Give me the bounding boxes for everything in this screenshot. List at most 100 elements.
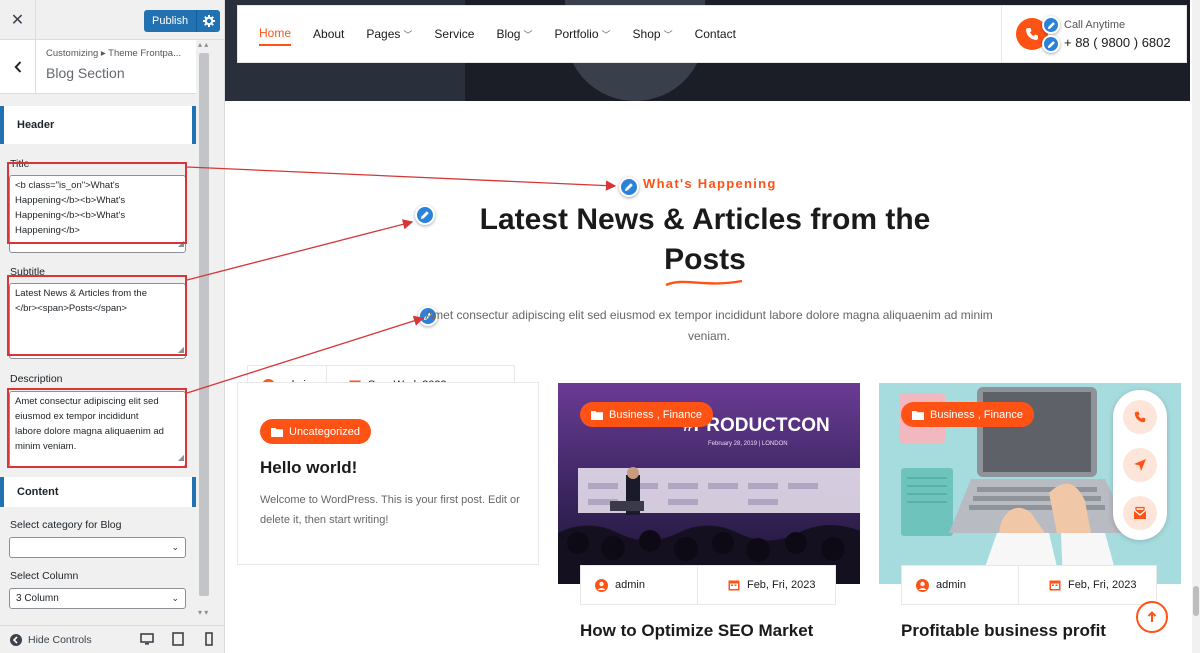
post-title[interactable]: Hello world!: [260, 458, 357, 478]
main-navigation: Home About Pages ﹀ Service Blog ﹀ Portfoli…: [237, 5, 1187, 63]
post-excerpt: Welcome to WordPress. This is your first…: [260, 494, 520, 526]
category-label: Business , Finance: [609, 408, 702, 421]
column-label: Select Column: [10, 570, 79, 582]
site-preview: Home About Pages ﹀ Service Blog ﹀ Portfoli…: [225, 0, 1200, 653]
calendar-icon: [728, 580, 740, 591]
hide-controls-button[interactable]: Hide Controls: [10, 633, 92, 646]
author-name: admin: [615, 579, 645, 591]
folder-icon: [912, 410, 924, 420]
scroll-to-top-button[interactable]: [1136, 601, 1168, 633]
mobile-preview-icon[interactable]: [202, 632, 216, 646]
calendar-icon: [1049, 580, 1061, 591]
nav-label: Pages: [366, 27, 401, 41]
section-eyebrow: What's Happening: [643, 176, 777, 191]
post-meta: admin Feb, Fri, 2023: [901, 565, 1157, 605]
phone-button[interactable]: [1123, 400, 1157, 434]
author-name: admin: [936, 579, 966, 591]
publish-settings-button[interactable]: [196, 10, 220, 32]
chevron-left-icon: [13, 61, 21, 73]
nav-label: Portfolio: [554, 27, 599, 41]
nav-contact[interactable]: Contact: [695, 27, 736, 41]
close-customizer-button[interactable]: ✕: [0, 0, 36, 40]
location-button[interactable]: [1123, 448, 1157, 482]
post-meta: admin Feb, Fri, 2023: [580, 565, 836, 605]
category-select[interactable]: ⌄: [9, 537, 186, 558]
back-button[interactable]: [0, 40, 36, 94]
edit-eyebrow-icon[interactable]: [619, 177, 639, 197]
desktop-preview-icon[interactable]: [140, 632, 154, 646]
title-field[interactable]: <b class="is_on">What's Happening</b><b>…: [9, 175, 186, 253]
resize-handle-icon[interactable]: ◢: [178, 450, 184, 465]
customizer-panel: ✕ Publish Customizing ▸ Theme Frontpa...…: [0, 0, 225, 653]
collapse-icon: [10, 633, 22, 646]
nav-about[interactable]: About: [313, 27, 344, 41]
section-headline: Latest News & Articles from the Posts: [460, 200, 950, 287]
description-value: Amet consectur adipiscing elit sed eiusm…: [15, 396, 164, 452]
column-select[interactable]: 3 Column ⌄: [9, 588, 186, 609]
close-icon: ✕: [10, 12, 25, 29]
date-text: Feb, Fri, 2023: [1067, 579, 1137, 591]
post-card: Uncategorized Hello world! Welcome to Wo…: [237, 382, 539, 565]
resize-handle-icon[interactable]: ◢: [178, 342, 184, 357]
mail-button[interactable]: [1123, 496, 1157, 530]
edit-headline-icon[interactable]: [415, 205, 435, 225]
chevron-down-icon: ﹀: [601, 29, 611, 40]
section-header: Customizing ▸ Theme Frontpa... Blog Sect…: [0, 40, 196, 94]
call-box[interactable]: Call Anytime + 88 ( 9800 ) 6802: [1001, 5, 1189, 63]
nav-home[interactable]: Home: [259, 22, 292, 46]
chevron-down-icon: ⌄: [171, 542, 179, 552]
category-badge[interactable]: Business , Finance: [901, 402, 1034, 427]
chevron-down-icon: ﹀: [403, 29, 413, 40]
nav-pages[interactable]: Pages ﹀: [366, 27, 412, 41]
nav-service[interactable]: Service: [434, 27, 474, 41]
tablet-preview-icon[interactable]: [171, 632, 185, 646]
section-description: Amet consectur adipiscing elit sed eiusm…: [425, 308, 993, 343]
post-author[interactable]: admin: [902, 566, 1018, 604]
floating-contact-bar: [1113, 390, 1167, 540]
category-label: Uncategorized: [289, 425, 360, 438]
banner-subtext: February 28, 2019 | LONDON: [708, 441, 788, 447]
user-icon: [916, 578, 929, 592]
nav-blog[interactable]: Blog ﹀: [496, 27, 532, 41]
chevron-down-icon: ﹀: [663, 29, 673, 40]
nav-shop[interactable]: Shop ﹀: [633, 27, 673, 41]
post-title[interactable]: How to Optimize SEO Market: [580, 621, 813, 641]
hide-controls-label: Hide Controls: [28, 633, 92, 646]
arrow-up-icon: [1147, 611, 1157, 622]
category-badge[interactable]: Uncategorized: [260, 419, 371, 444]
folder-icon: [271, 427, 283, 437]
publish-button[interactable]: Publish: [144, 10, 221, 32]
resize-handle-icon[interactable]: ◢: [178, 236, 184, 251]
preview-scrollbar[interactable]: [1192, 0, 1200, 653]
post-date[interactable]: Feb, Fri, 2023: [696, 566, 829, 604]
post-title[interactable]: Profitable business profit: [901, 621, 1106, 641]
nav-label: Blog: [496, 27, 521, 41]
panel-scrollbar[interactable]: ▴ ▴ ▾ ▾: [196, 40, 224, 625]
user-icon: [595, 578, 608, 592]
navigation-arrow-icon: [1134, 459, 1146, 471]
nav-portfolio[interactable]: Portfolio ﹀: [554, 27, 610, 41]
headline-highlight-word: Posts: [664, 240, 746, 287]
swash-underline: [665, 279, 743, 287]
content-group-heading: Content: [0, 477, 196, 507]
scroll-down-icon[interactable]: ▾ ▾: [198, 608, 208, 617]
post-author[interactable]: admin: [581, 566, 697, 604]
scrollbar-thumb[interactable]: [1193, 586, 1199, 616]
description-field[interactable]: Amet consectur adipiscing elit sed eiusm…: [9, 391, 186, 467]
subtitle-label: Subtitle: [10, 266, 46, 278]
column-value: 3 Column: [16, 593, 59, 604]
scrollbar-thumb[interactable]: [199, 53, 209, 596]
edit-shortcut-icon[interactable]: [1042, 16, 1060, 34]
post-date[interactable]: Feb, Fri, 2023: [1017, 566, 1150, 604]
phone-icon: [1134, 411, 1146, 423]
scroll-up-icon[interactable]: ▴ ▴: [198, 40, 208, 49]
call-number: + 88 ( 9800 ) 6802: [1064, 35, 1171, 50]
customizer-footer: Hide Controls: [0, 625, 224, 653]
subtitle-field[interactable]: Latest News & Articles from the </br><sp…: [9, 283, 186, 359]
category-badge[interactable]: Business , Finance: [580, 402, 713, 427]
headline-line-2: Posts: [664, 243, 746, 276]
gear-icon: [202, 15, 215, 27]
title-label: Title: [10, 158, 30, 170]
title-value: <b class="is_on">What's Happening</b><b>…: [15, 180, 126, 236]
edit-shortcut-icon[interactable]: [1042, 35, 1060, 53]
